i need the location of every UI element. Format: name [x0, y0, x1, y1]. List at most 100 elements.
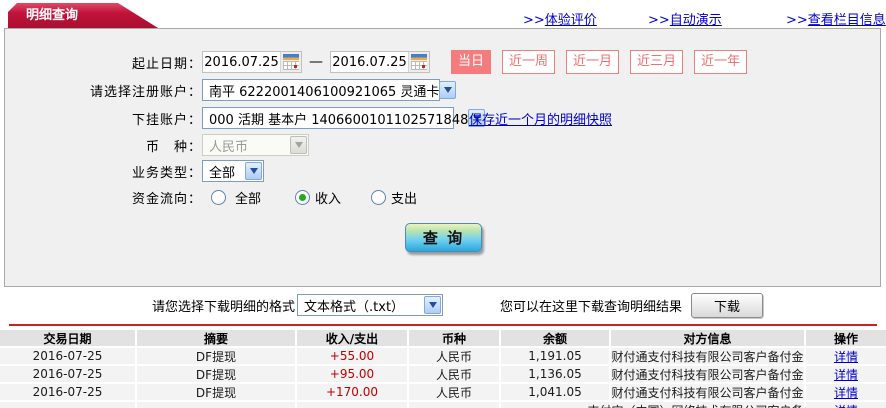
table-row: 2016-07-25 DF提现 +55.00 人民币 1,191.05 财付通支…: [0, 348, 886, 366]
currency-value: 人民币: [209, 139, 249, 155]
header-counterparty: 对方信息: [611, 330, 806, 348]
table-row: 2016-07-25 DF提现 +170.00 人民币 1,041.05 财付通…: [0, 384, 886, 402]
business-type-value: 全部: [209, 165, 236, 181]
download-button[interactable]: 下载: [691, 292, 764, 318]
cell-action: 详情: [806, 402, 886, 408]
link-label: 体验评价: [544, 13, 597, 28]
currency-select: 人民币: [202, 134, 309, 156]
sub-account-select[interactable]: 000 活期 基本户 1406600101102571848: [202, 107, 486, 129]
cell-amount: +170.00: [297, 384, 409, 402]
save-snapshot-link[interactable]: 保存近一个月的明细快照: [469, 109, 612, 128]
table-row-partial: 支付宝（中国）网络技术有限公司客户备付金 详情: [0, 402, 886, 408]
download-format-select[interactable]: 文本格式（.txt）: [297, 294, 444, 316]
sub-account-value: 000 活期 基本户 1406600101102571848: [209, 112, 469, 128]
register-account-label: 请选择注册账户：: [89, 84, 202, 100]
radio-label: 全部: [235, 191, 262, 207]
cell-date: 2016-07-25: [0, 366, 137, 384]
radio-label: 支出: [391, 191, 418, 207]
query-button[interactable]: 查 询: [405, 223, 482, 252]
cell-amount: +55.00: [297, 348, 409, 366]
detail-link[interactable]: 详情: [834, 402, 858, 408]
cell-currency: 人民币: [409, 366, 501, 384]
cell-amount: +95.00: [297, 366, 409, 384]
quick-range-3month-button[interactable]: 近三月: [630, 50, 684, 74]
result-table: 交易日期 摘要 收入/支出 币种 余额 对方信息 操作 2016-07-25 D…: [0, 330, 886, 408]
chevron-down-icon[interactable]: [424, 296, 442, 314]
header-currency: 币种: [409, 330, 501, 348]
cell-summary: [137, 402, 297, 408]
cell-balance: 1,136.05: [501, 366, 611, 384]
red-divider: [9, 324, 877, 326]
link-prefix: >>: [648, 13, 670, 28]
cell-currency: [409, 402, 501, 408]
radio-icon[interactable]: [371, 189, 387, 205]
calendar-icon[interactable]: [280, 52, 301, 72]
table-header-row: 交易日期 摘要 收入/支出 币种 余额 对方信息 操作: [0, 330, 886, 348]
link-prefix: >>: [786, 13, 808, 28]
fund-flow-label: 资金流向：: [131, 191, 202, 207]
link-auto-demo[interactable]: >>自动演示: [648, 9, 722, 28]
sub-account-label: 下挂账户：: [131, 112, 202, 128]
quick-range-today-button[interactable]: 当日: [451, 50, 492, 74]
query-form-panel: 起止日期： 2016.07.25 — 2016.07.25 当日 近一周 近一月…: [4, 28, 881, 287]
date-from-input[interactable]: 2016.07.25: [202, 51, 302, 73]
tab-title: 明细查询: [26, 8, 79, 23]
fund-flow-all-radio[interactable]: 全部: [211, 188, 261, 207]
chevron-down-icon[interactable]: [439, 81, 457, 99]
cell-counterparty: 财付通支付科技有限公司客户备付金: [611, 366, 806, 384]
cell-counterparty: 财付通支付科技有限公司客户备付金: [611, 384, 806, 402]
cell-counterparty: 财付通支付科技有限公司客户备付金: [611, 348, 806, 366]
tab-detail-query[interactable]: 明细查询: [8, 3, 158, 28]
quick-range-month-button[interactable]: 近一月: [566, 50, 620, 74]
quick-range-week-button[interactable]: 近一周: [502, 50, 556, 74]
cell-date: 2016-07-25: [0, 384, 137, 402]
date-to-input[interactable]: 2016.07.25: [330, 51, 430, 73]
cell-currency: 人民币: [409, 384, 501, 402]
fund-flow-income-radio[interactable]: 收入: [295, 188, 341, 207]
register-account-value: 南平 6222001406100921065 灵通卡: [209, 84, 440, 100]
cell-action: 详情: [806, 348, 886, 366]
cell-summary: DF提现: [137, 348, 297, 366]
calendar-icon[interactable]: [408, 52, 429, 72]
detail-link[interactable]: 详情: [834, 348, 858, 365]
detail-link[interactable]: 详情: [834, 384, 858, 401]
sub-account-row: 下挂账户： 000 活期 基本户 1406600101102571848 保存近…: [5, 106, 880, 130]
download-format-label: 请您选择下载明细的格式: [152, 299, 296, 315]
link-experience-review[interactable]: >>体验评价: [523, 9, 597, 28]
cell-summary: DF提现: [137, 366, 297, 384]
fund-flow-expense-radio[interactable]: 支出: [371, 188, 417, 207]
date-range-separator: —: [309, 54, 323, 70]
cell-date: 2016-07-25: [0, 348, 137, 366]
date-from-value: 2016.07.25: [204, 54, 279, 70]
quick-range-year-button[interactable]: 近一年: [694, 50, 748, 74]
detail-query-page: 明细查询 >>体验评价 >>自动演示 >>查看栏目信息 起止日期： 2016.0…: [0, 0, 886, 408]
radio-checked-icon[interactable]: [295, 189, 311, 205]
cell-action: 详情: [806, 384, 886, 402]
business-type-row: 业务类型： 全部: [5, 159, 880, 183]
register-account-select[interactable]: 南平 6222001406100921065 灵通卡: [202, 79, 457, 101]
header-date: 交易日期: [0, 330, 137, 348]
cell-balance: 1,041.05: [501, 384, 611, 402]
date-to-value: 2016.07.25: [332, 54, 407, 70]
cell-action: 详情: [806, 366, 886, 384]
header-balance: 余额: [501, 330, 611, 348]
chevron-down-icon[interactable]: [245, 162, 262, 180]
register-account-row: 请选择注册账户： 南平 6222001406100921065 灵通卡: [5, 78, 880, 102]
detail-link[interactable]: 详情: [834, 366, 858, 383]
cell-amount: [297, 402, 409, 408]
cell-summary: DF提现: [137, 384, 297, 402]
download-row: 请您选择下载明细的格式 文本格式（.txt） 您可以在这里下载查询明细结果 下载: [0, 292, 886, 318]
business-type-label: 业务类型：: [131, 165, 202, 181]
link-label: 自动演示: [669, 13, 722, 28]
radio-icon[interactable]: [211, 189, 226, 205]
cell-date: [0, 402, 137, 408]
download-format-value: 文本格式（.txt）: [304, 299, 405, 315]
radio-label: 收入: [315, 191, 342, 207]
date-range-row: 起止日期： 2016.07.25 — 2016.07.25 当日 近一周 近一月…: [5, 50, 880, 74]
link-view-column-info[interactable]: >>查看栏目信息: [786, 9, 886, 28]
business-type-select[interactable]: 全部: [202, 160, 264, 182]
fund-flow-row: 资金流向： 全部 收入 支出: [5, 185, 880, 209]
header-summary: 摘要: [137, 330, 297, 348]
link-label: 查看栏目信息: [807, 13, 886, 28]
link-prefix: >>: [523, 13, 545, 28]
